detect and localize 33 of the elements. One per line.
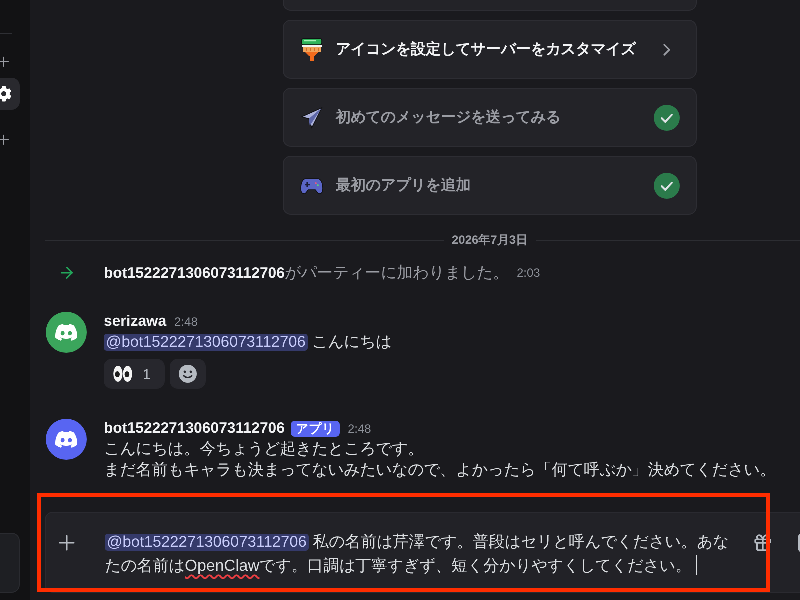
username-link[interactable]: bot1522271306073112706 [104, 264, 285, 282]
checklist-label: アイコンを設定してサーバーをカスタマイズ [336, 40, 638, 59]
smiley-icon [178, 364, 198, 384]
gift-icon[interactable] [753, 533, 773, 553]
date-divider-label: 2026年7月3日 [450, 232, 530, 248]
mention-tag[interactable]: @bot1522271306073112706 [105, 534, 309, 551]
plus-icon [0, 54, 12, 70]
timestamp: 2:48 [174, 314, 198, 328]
username[interactable]: bot1522271306073112706 [104, 420, 285, 437]
system-message: bot1522271306073112706がパーティーに加わりました。 [104, 264, 509, 284]
plus-icon [0, 132, 12, 148]
app-tag: アプリ [291, 420, 340, 436]
settings-icon [0, 86, 12, 102]
checklist-card[interactable]: 初めてのメッセージを送ってみる [283, 88, 697, 147]
paintbrush-icon [300, 38, 324, 62]
checklist-label: 初めてのメッセージを送ってみる [336, 108, 562, 127]
checklist-card[interactable]: アイコンを設定してサーバーをカスタマイズ [283, 20, 697, 79]
timestamp: 2:48 [348, 422, 372, 436]
add-reaction-button[interactable] [170, 359, 206, 389]
message-text: @bot1522271306073112706 こんにちは [104, 333, 392, 353]
timestamp: 2:03 [517, 266, 540, 280]
paper-plane-icon [300, 106, 324, 130]
eyes-emoji-icon [113, 365, 133, 383]
avatar-icon[interactable] [46, 419, 87, 460]
message-text: こんにちは。今ちょうど起きたところです。 [104, 440, 425, 460]
reaction-chip[interactable]: 1 [104, 359, 165, 389]
message-input[interactable]: @bot1522271306073112706 私の名前は芹澤です。普段はセリと呼んでください。あなたの名前はOpenClawです。口調は丁寧すぎず、短く分かりやすくしてください。 [105, 531, 737, 579]
avatar-icon[interactable] [46, 312, 87, 353]
mention-link[interactable]: @bot1522271306073112706 [104, 334, 308, 351]
username[interactable]: serizawa [104, 313, 167, 330]
checklist-card[interactable]: 最初のアプリを追加 [283, 156, 697, 215]
checklist-label: 最初のアプリを追加 [336, 176, 472, 195]
message-text: まだ名前もキャラも決まってないみたいなので、よかったら「何て呼ぶか」決めてください。 [104, 460, 776, 481]
